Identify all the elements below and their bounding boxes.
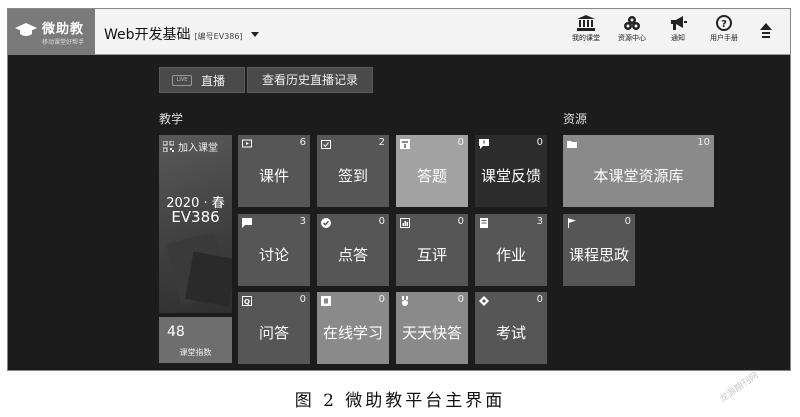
course-selector[interactable]: Web开发基础 [编号EV386] (104, 24, 259, 44)
folder-icon (567, 141, 577, 148)
tile-label: 问答 (258, 324, 289, 342)
tile-count: 2 (378, 137, 385, 148)
svg-text:?: ? (721, 19, 727, 30)
tile-courseware[interactable]: 6 课件 (238, 135, 310, 207)
logo-subtitle: 移动课堂好帮手 (42, 39, 85, 46)
tile-count: 3 (536, 216, 543, 227)
tile-online-learning[interactable]: 0 在线学习 (317, 292, 389, 364)
tile-checkin[interactable]: 2 签到 (317, 135, 389, 207)
card-decoration (185, 251, 232, 307)
tile-exam[interactable]: 0 考试 (475, 292, 547, 364)
top-bar: 微助教 移动课堂好帮手 Web开发基础 [编号EV386] 我的课堂 资源中心 … (8, 9, 790, 55)
scroll-top-button[interactable] (752, 15, 780, 43)
chevron-down-icon (250, 31, 259, 37)
chat-icon (242, 218, 252, 228)
tile-label: 考试 (495, 324, 526, 342)
join-class-button[interactable]: 加入课堂 (163, 139, 218, 154)
section-resources: 资源 (563, 112, 588, 126)
live-label: 直播 (201, 73, 226, 88)
exam-icon (479, 296, 489, 306)
course-id: [编号EV386] (194, 32, 243, 41)
tile-count: 0 (299, 294, 306, 305)
tile-label: 本课堂资源库 (593, 167, 684, 185)
nav-resource-center[interactable]: 资源中心 (610, 15, 654, 43)
tile-label: 作业 (495, 246, 526, 264)
tile-count: 6 (299, 137, 306, 148)
logo-title: 微助教 (42, 22, 85, 37)
nav-label: 我的课堂 (572, 34, 600, 42)
tile-homework[interactable]: 3 作业 (475, 214, 547, 286)
live-history-button[interactable]: 查看历史直播记录 (247, 67, 373, 93)
nav-notifications[interactable]: 通知 (656, 15, 700, 43)
graduation-cap-icon (15, 23, 37, 36)
nav-user-manual[interactable]: ? 用户手册 (702, 15, 746, 43)
quiz-icon (400, 139, 410, 149)
nav-label: 通知 (671, 34, 685, 42)
tile-label: 课堂反馈 (480, 167, 541, 185)
qr-code-icon (163, 141, 174, 152)
bank-icon (577, 15, 595, 31)
tile-count: 0 (457, 294, 464, 305)
tile-count: 0 (457, 137, 464, 148)
tile-pick-answer[interactable]: 0 点答 (317, 214, 389, 286)
logo[interactable]: 微助教 移动课堂好帮手 (8, 9, 95, 55)
qa-icon: Q (242, 296, 252, 306)
class-index-label: 课堂指数 (179, 348, 212, 357)
tile-count: 10 (697, 137, 710, 148)
tile-ideology-course[interactable]: 0 课程思政 (563, 214, 635, 286)
homework-icon (480, 218, 488, 228)
tile-label: 点答 (337, 246, 368, 264)
flag-icon (568, 218, 576, 228)
megaphone-icon (671, 16, 687, 30)
tile-label: 讨论 (258, 246, 289, 264)
live-button[interactable]: LIVE 直播 (159, 67, 245, 93)
slides-icon (242, 139, 252, 148)
tile-count: 0 (457, 216, 464, 227)
app-window: 微助教 移动课堂好帮手 Web开发基础 [编号EV386] 我的课堂 资源中心 … (7, 8, 791, 371)
nav-my-classroom[interactable]: 我的课堂 (564, 15, 608, 43)
tile-discussion[interactable]: 3 讨论 (238, 214, 310, 286)
tile-peer-review[interactable]: 0 互评 (396, 214, 468, 286)
svg-text:Q: Q (244, 298, 250, 306)
join-class-label: 加入课堂 (178, 143, 218, 154)
course-name: Web开发基础 (104, 27, 191, 43)
help-icon: ? (716, 15, 732, 31)
tile-label: 答题 (416, 167, 447, 185)
feedback-icon (479, 139, 489, 149)
tile-label: 互评 (416, 246, 447, 264)
tile-count: 0 (624, 216, 631, 227)
online-learning-icon (321, 296, 331, 306)
tile-quiz[interactable]: 0 答题 (396, 135, 468, 207)
tile-feedback[interactable]: 0 课堂反馈 (475, 135, 547, 207)
tile-count: 0 (378, 294, 385, 305)
medal-icon (402, 296, 408, 306)
class-index-value: 48 (167, 324, 185, 340)
class-code: EV386 (171, 208, 220, 226)
nav-label: 资源中心 (618, 34, 646, 42)
upload-arrow-icon (760, 23, 772, 38)
tile-daily-quick-answer[interactable]: 0 天天快答 (396, 292, 468, 364)
class-index-card[interactable]: 48 课堂指数 (159, 317, 232, 363)
boxes-icon (624, 16, 640, 30)
nav-label: 用户手册 (710, 34, 738, 42)
tile-label: 签到 (337, 167, 368, 185)
tile-qa[interactable]: Q 0 问答 (238, 292, 310, 364)
figure-caption: 图 2 微助教平台主界面 (294, 391, 506, 411)
tile-label: 天天快答 (401, 324, 462, 342)
tile-count: 3 (299, 216, 306, 227)
bar-chart-icon (400, 218, 410, 228)
tile-label: 课程思政 (568, 246, 629, 264)
checkin-icon (321, 140, 331, 149)
check-circle-icon (321, 218, 331, 228)
live-tag: LIVE (172, 74, 192, 86)
tile-label: 在线学习 (322, 324, 383, 342)
tile-label: 课件 (258, 167, 289, 185)
class-card: 加入课堂 2020 · 春 EV386 (159, 135, 232, 313)
tile-count: 0 (536, 137, 543, 148)
section-teaching: 教学 (159, 112, 184, 126)
tile-count: 0 (378, 216, 385, 227)
tile-resource-library[interactable]: 10 本课堂资源库 (563, 135, 714, 207)
top-nav: 我的课堂 资源中心 通知 ? 用户手册 (562, 15, 780, 43)
tile-count: 0 (536, 294, 543, 305)
